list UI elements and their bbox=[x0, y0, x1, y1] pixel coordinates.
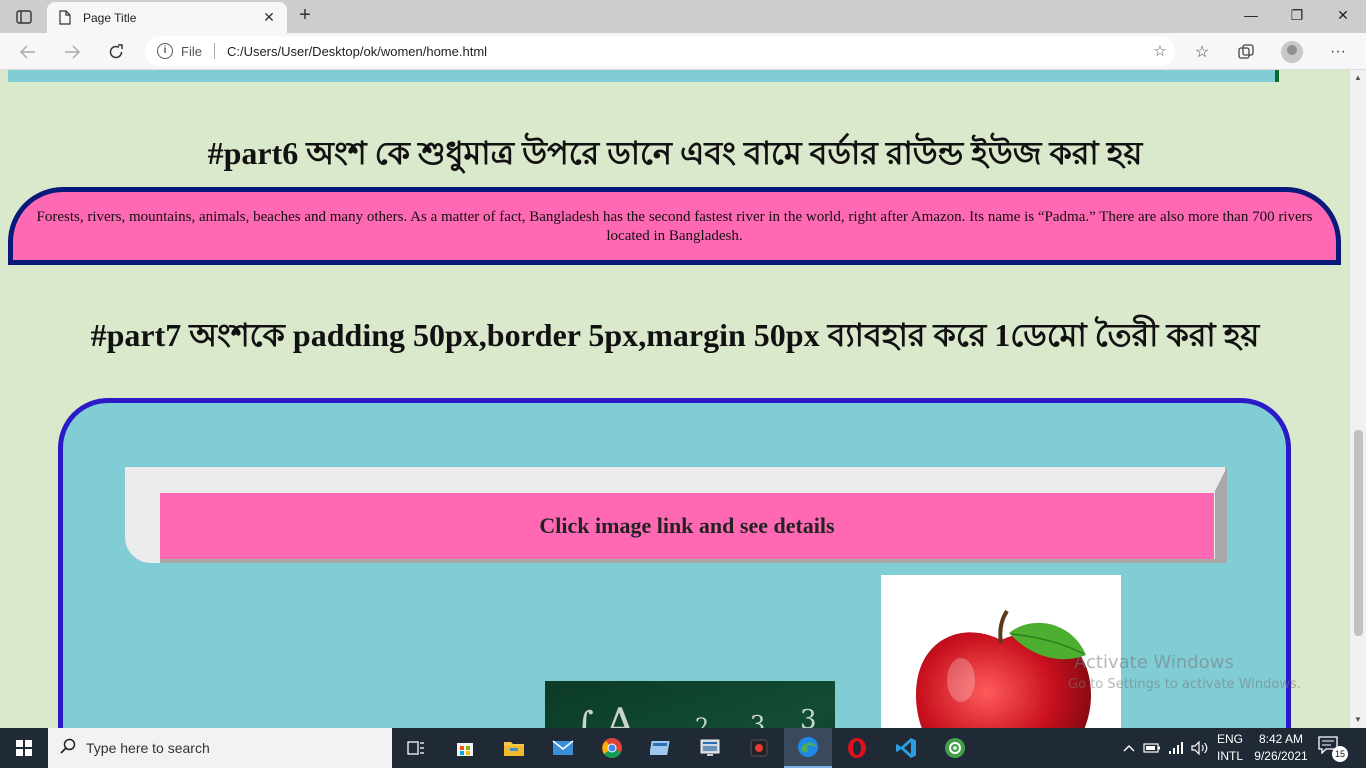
store-icon[interactable] bbox=[441, 728, 489, 768]
part6-heading: #part6 অংশ কে শুধুমাত্র উপরে ডানে এবং বা… bbox=[207, 135, 1143, 171]
new-tab-button[interactable]: + bbox=[294, 5, 316, 27]
part6-box: Forests, rivers, mountains, animals, bea… bbox=[8, 187, 1341, 265]
language-layout: INTL bbox=[1216, 749, 1243, 763]
scroll-down-icon[interactable]: ▼ bbox=[1350, 712, 1366, 728]
network-window-icon[interactable] bbox=[686, 728, 734, 768]
chalkboard-image-link[interactable]: ∫ A 2 3 3 bbox=[545, 681, 835, 728]
language-code: ENG bbox=[1216, 732, 1243, 746]
notification-count-badge: 15 bbox=[1332, 746, 1348, 762]
banner-heading: Click image link and see details bbox=[160, 493, 1214, 559]
address-bar[interactable]: i File C:/Users/User/Desktop/ok/women/ho… bbox=[145, 36, 1175, 66]
file-explorer-icon[interactable] bbox=[490, 728, 538, 768]
vscode-icon[interactable] bbox=[882, 728, 930, 768]
add-favorite-icon[interactable]: ☆ bbox=[1145, 42, 1175, 60]
mail-icon[interactable] bbox=[539, 728, 587, 768]
restore-button[interactable]: ❐ bbox=[1274, 0, 1320, 30]
more-menu-icon[interactable]: ··· bbox=[1326, 40, 1350, 64]
search-icon bbox=[60, 738, 76, 759]
windows-taskbar: Type here to search ENG INTL 8:42 AM 9/2… bbox=[0, 728, 1366, 768]
search-placeholder: Type here to search bbox=[86, 740, 210, 756]
previous-section-edge bbox=[8, 70, 1279, 82]
input-language[interactable]: ENG INTL bbox=[1212, 731, 1248, 765]
volume-icon[interactable] bbox=[1190, 728, 1210, 768]
screen-recorder-icon[interactable] bbox=[735, 728, 783, 768]
network-signal-icon[interactable] bbox=[1166, 728, 1186, 768]
browser-titlebar: Page Title ✕ + — ❐ ✕ bbox=[0, 0, 1366, 33]
battery-icon[interactable] bbox=[1142, 728, 1162, 768]
clock-time: 8:42 AM bbox=[1258, 732, 1304, 746]
part6-text: Forests, rivers, mountains, animals, bea… bbox=[36, 209, 1313, 244]
forward-arrow-icon[interactable] bbox=[58, 38, 86, 66]
green-app-icon[interactable] bbox=[931, 728, 979, 768]
scrollbar-thumb[interactable] bbox=[1354, 430, 1363, 636]
info-icon[interactable]: i bbox=[157, 43, 173, 59]
address-prefix: File bbox=[181, 43, 202, 59]
back-arrow-icon[interactable] bbox=[14, 38, 42, 66]
clock-date: 9/26/2021 bbox=[1254, 749, 1308, 763]
document-icon bbox=[57, 10, 73, 26]
page-viewport: #part6 অংশ কে শুধুমাত্র উপরে ডানে এবং বা… bbox=[0, 70, 1350, 728]
windows-start-icon[interactable] bbox=[0, 728, 48, 768]
banner-shadow-bottom bbox=[160, 559, 1225, 563]
taskbar-search[interactable]: Type here to search bbox=[48, 728, 392, 768]
taskbar-clock[interactable]: 8:42 AM 9/26/2021 bbox=[1248, 731, 1314, 765]
scroll-up-icon[interactable]: ▲ bbox=[1350, 70, 1366, 86]
tray-chevron-up-icon[interactable] bbox=[1120, 728, 1138, 768]
app-window-icon[interactable] bbox=[637, 728, 685, 768]
favorites-icon[interactable]: ☆ bbox=[1190, 40, 1214, 64]
tab-close-icon[interactable]: ✕ bbox=[261, 9, 277, 26]
notification-center-icon[interactable]: 15 bbox=[1318, 736, 1348, 762]
browser-toolbar: i File C:/Users/User/Desktop/ok/women/ho… bbox=[0, 33, 1366, 70]
profile-avatar[interactable] bbox=[1280, 40, 1304, 64]
refresh-icon[interactable] bbox=[102, 38, 130, 66]
watermark-subtitle: Go to Settings to activate Windows. bbox=[1068, 677, 1301, 692]
edge-browser-icon[interactable] bbox=[784, 728, 832, 768]
browser-tab[interactable]: Page Title ✕ bbox=[47, 2, 287, 33]
task-view-icon[interactable] bbox=[392, 728, 440, 768]
collections-icon[interactable] bbox=[1234, 40, 1258, 64]
watermark-title: Activate Windows bbox=[1074, 652, 1234, 673]
part7-heading: #part7 অংশকে padding 50px,border 5px,mar… bbox=[90, 317, 1260, 353]
url-text[interactable]: C:/Users/User/Desktop/ok/women/home.html bbox=[227, 44, 1145, 59]
opera-icon[interactable] bbox=[833, 728, 881, 768]
tab-title: Page Title bbox=[83, 10, 137, 25]
minimize-button[interactable]: — bbox=[1228, 0, 1274, 30]
activate-windows-watermark: Activate Windows Go to Settings to activ… bbox=[1068, 652, 1301, 692]
tab-actions-icon[interactable] bbox=[10, 7, 38, 27]
address-separator bbox=[213, 43, 215, 59]
close-window-button[interactable]: ✕ bbox=[1320, 0, 1366, 30]
chrome-icon[interactable] bbox=[588, 728, 636, 768]
page-scrollbar[interactable]: ▲ ▼ bbox=[1350, 70, 1366, 728]
